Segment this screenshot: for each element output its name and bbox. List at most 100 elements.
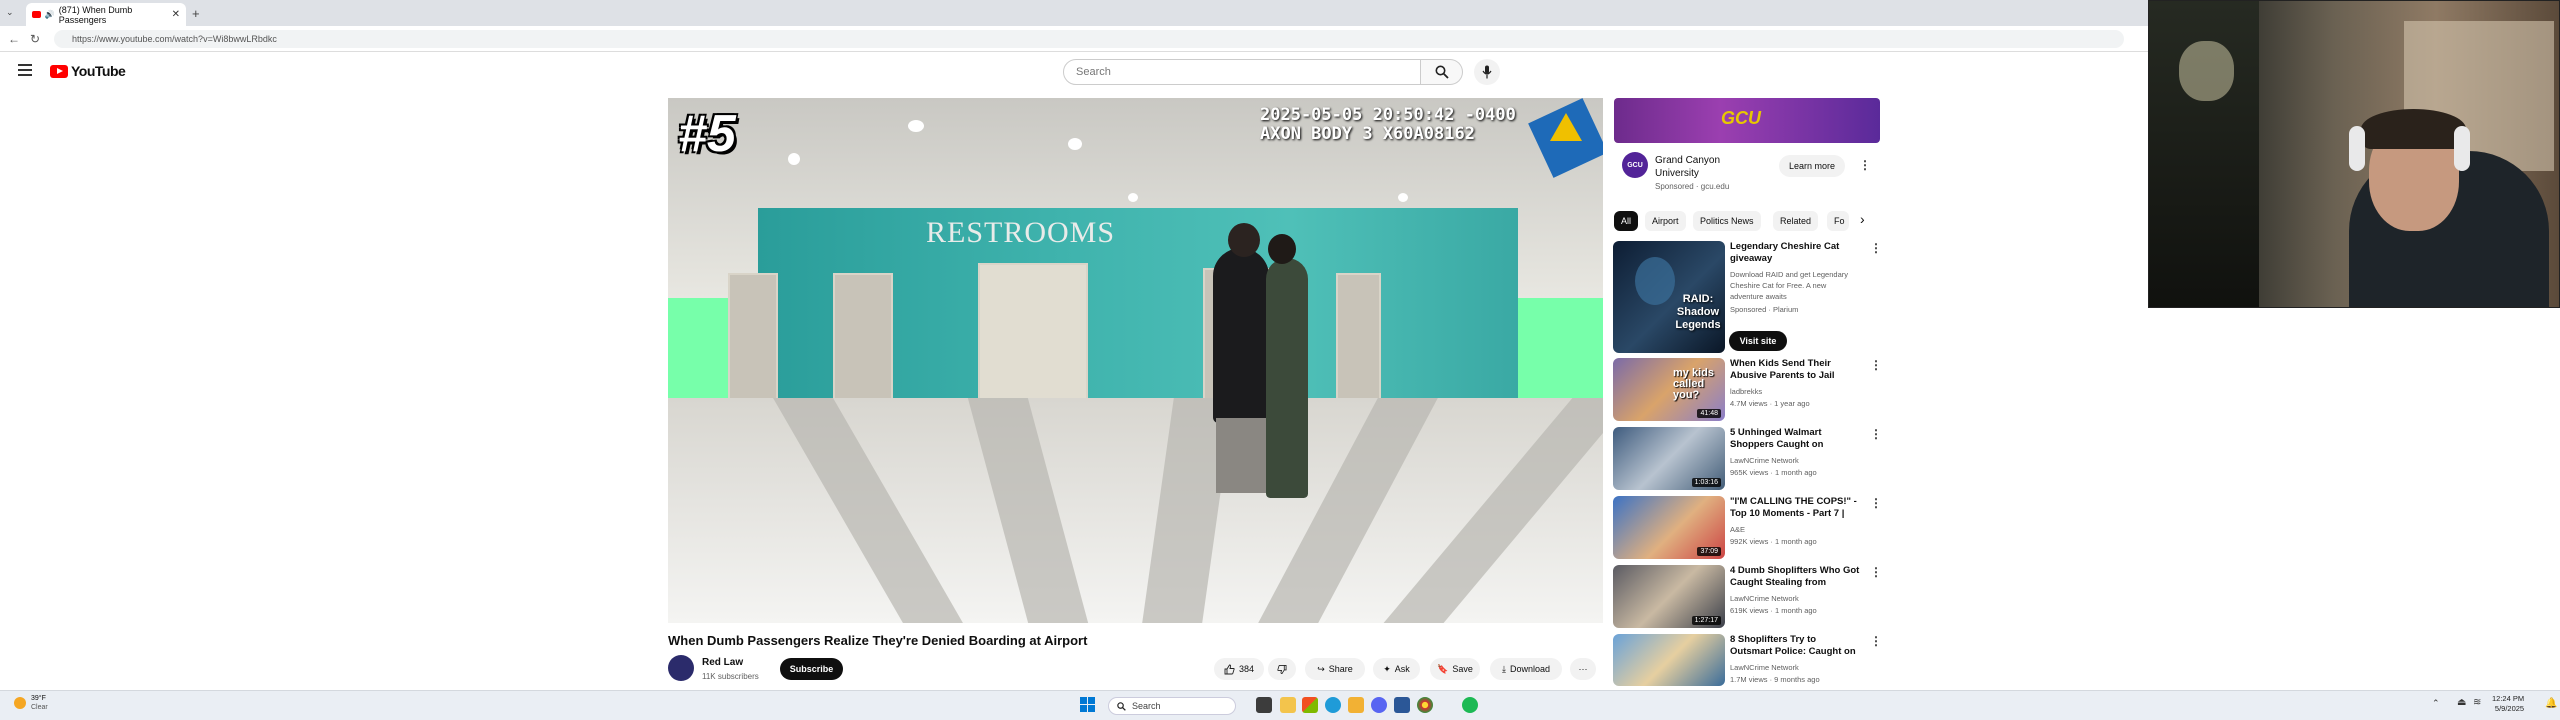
ask-button[interactable]: ✦ Ask [1373, 658, 1420, 680]
chip-politics-news[interactable]: Politics News [1693, 211, 1761, 231]
tray-chevron-icon[interactable]: ⌃ [2432, 698, 2440, 709]
edge-icon[interactable] [1325, 697, 1341, 713]
rec-title[interactable]: When Kids Send Their Abusive Parents to … [1730, 358, 1860, 382]
like-button[interactable]: 384 [1214, 658, 1264, 680]
spotify-icon[interactable] [1462, 697, 1478, 713]
search-icon [1117, 701, 1126, 711]
notification-bell-icon[interactable]: 🔔 [2545, 698, 2557, 709]
more-actions-button[interactable]: ··· [1570, 658, 1596, 680]
clock-time: 12:24 PM [2492, 694, 2525, 703]
chips-next-chevron-icon[interactable]: › [1860, 211, 1865, 227]
visit-site-button[interactable]: Visit site [1729, 331, 1787, 351]
youtube-logo[interactable]: YouTube [50, 63, 126, 79]
file-explorer-icon[interactable] [1280, 697, 1296, 713]
rec-channel[interactable]: A&E [1730, 524, 1745, 535]
like-count: 384 [1238, 664, 1255, 674]
reload-icon[interactable]: ↻ [30, 32, 40, 46]
speaker-icon: 🔊 [44, 10, 55, 19]
discord-icon[interactable] [1371, 697, 1387, 713]
bodycam-timestamp: 2025-05-05 20:50:42 -0400 AXON BODY 3 X6… [1260, 106, 1516, 144]
learn-more-button[interactable]: Learn more [1779, 155, 1845, 177]
browser-tab-youtube[interactable]: 🔊 (871) When Dumb Passengers ✕ [26, 3, 186, 26]
channel-avatar[interactable] [668, 655, 694, 681]
rec-more-icon[interactable]: ⋮ [1870, 358, 1882, 372]
search-button[interactable] [1421, 59, 1463, 85]
browser-tab-strip [0, 0, 2148, 26]
save-label: Save [1452, 664, 1473, 674]
app-icon[interactable] [1394, 697, 1410, 713]
rec-more-icon[interactable]: ⋮ [1870, 634, 1882, 648]
rec-stats: 1.7M views · 9 months ago [1730, 675, 1820, 684]
promo-cat-figure [1635, 257, 1675, 305]
chrome-icon[interactable] [1417, 697, 1433, 713]
rec-channel[interactable]: ladbrekks [1730, 386, 1762, 397]
advertiser-name[interactable]: Grand Canyon University [1655, 154, 1735, 180]
rec-thumbnail[interactable]: 37:09 [1613, 496, 1725, 559]
rec-thumbnail[interactable]: 1:27:17 [1613, 565, 1725, 628]
new-tab-button[interactable]: + [192, 6, 200, 21]
microsoft-store-icon[interactable] [1302, 697, 1318, 713]
weather-widget[interactable]: 39°F Clear [14, 694, 48, 712]
tray-usb-icon[interactable]: ⏏ [2457, 697, 2466, 708]
chip-related[interactable]: Related [1773, 211, 1819, 231]
rec-duration: 41:48 [1697, 409, 1721, 418]
chip-truncated[interactable]: Fo [1827, 211, 1849, 231]
share-icon: ↪ [1317, 663, 1325, 674]
ad-banner-image[interactable]: GCU [1614, 98, 1880, 143]
download-button[interactable]: ⤓ Download [1490, 658, 1562, 680]
ceiling-light [788, 153, 800, 165]
webcam-person-hair [2361, 109, 2466, 149]
folder-icon[interactable] [1348, 697, 1364, 713]
weather-desc: Clear [31, 704, 48, 711]
windows-start-icon[interactable] [1080, 697, 1096, 713]
chip-airport[interactable]: Airport [1645, 211, 1686, 231]
advertiser-logo[interactable]: GCU [1622, 152, 1648, 178]
rec-thumbnail[interactable]: my kids called you? 41:48 [1613, 358, 1725, 421]
task-view-icon[interactable] [1256, 697, 1272, 713]
rec-title[interactable]: 8 Shoplifters Try to Outsmart Police: Ca… [1730, 634, 1860, 658]
restroom-entrance [978, 263, 1088, 403]
rec-more-icon[interactable]: ⋮ [1870, 427, 1882, 441]
subscribe-button[interactable]: Subscribe [780, 658, 843, 680]
promo-title[interactable]: Legendary Cheshire Cat giveaway [1730, 241, 1860, 267]
promo-thumbnail[interactable]: RAID: Shadow Legends [1613, 241, 1725, 353]
tab-search-chevron-icon[interactable]: ⌄ [6, 7, 14, 18]
channel-subscriber-count: 11K subscribers [702, 672, 759, 681]
tray-wifi-icon[interactable]: ≋ [2473, 697, 2481, 708]
webcam-overlay [2148, 0, 2560, 308]
share-button[interactable]: ↪ Share [1305, 658, 1365, 680]
passenger-legs [1216, 418, 1266, 493]
chip-all[interactable]: All [1614, 211, 1639, 231]
back-arrow-icon[interactable]: ← [8, 32, 20, 46]
weather-temp: 39°F [31, 695, 46, 702]
voice-search-button[interactable] [1474, 59, 1500, 85]
save-button[interactable]: 🔖 Save [1430, 658, 1480, 680]
search-input[interactable]: Search [1063, 59, 1421, 85]
rec-title[interactable]: 4 Dumb Shoplifters Who Got Caught Steali… [1730, 565, 1860, 589]
url-field[interactable]: https://www.youtube.com/watch?v=Wi8bwwLR… [54, 30, 2124, 48]
menu-icon[interactable] [18, 64, 32, 79]
rec-thumbnail[interactable] [1613, 634, 1725, 686]
promo-more-icon[interactable]: ⋮ [1870, 241, 1882, 255]
webcam-tapestry-face [2179, 41, 2234, 101]
tab-close-icon[interactable]: ✕ [172, 9, 180, 20]
rec-stats: 965K views · 1 month ago [1730, 468, 1817, 477]
rec-more-icon[interactable]: ⋮ [1870, 496, 1882, 510]
dislike-button[interactable] [1268, 658, 1296, 680]
taskbar-search[interactable]: Search [1108, 697, 1236, 715]
rec-channel[interactable]: LawNCrime Network [1730, 593, 1799, 604]
rec-channel[interactable]: LawNCrime Network [1730, 662, 1799, 673]
thumbs-down-icon [1277, 664, 1287, 674]
taskbar-clock[interactable]: 12:24 PM 5/9/2025 [2492, 694, 2524, 714]
ad-more-icon[interactable]: ⋮ [1859, 158, 1871, 172]
channel-name[interactable]: Red Law [702, 657, 743, 668]
video-player[interactable]: RESTROOMS #5 2025-05-05 20:50:42 -0400 A… [668, 98, 1603, 623]
officer-head [1268, 234, 1296, 264]
weather-sun-icon [14, 697, 26, 709]
rec-title[interactable]: "I'M CALLING THE COPS!" - Top 10 Moments… [1730, 496, 1860, 520]
rec-title[interactable]: 5 Unhinged Walmart Shoppers Caught on Bo… [1730, 427, 1860, 451]
rec-channel[interactable]: LawNCrime Network [1730, 455, 1799, 466]
rec-thumbnail[interactable]: 1:03:16 [1613, 427, 1725, 490]
promo-thumb-text: RAID: Shadow Legends [1675, 293, 1721, 331]
rec-more-icon[interactable]: ⋮ [1870, 565, 1882, 579]
